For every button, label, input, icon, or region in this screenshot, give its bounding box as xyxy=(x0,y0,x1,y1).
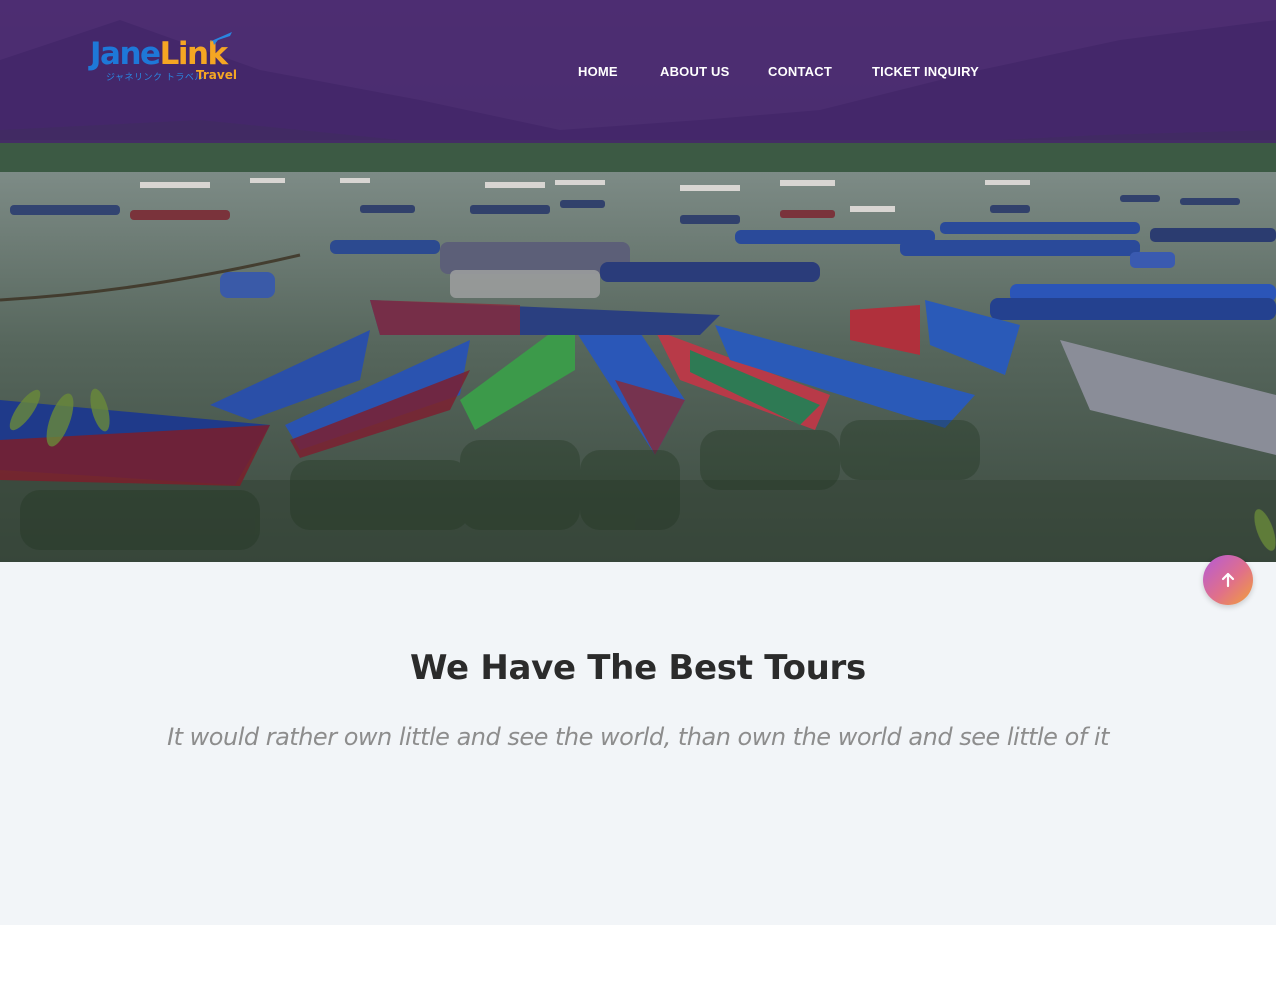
main-navigation: HOME ABOUT US CONTACT TICKET INQUIRY xyxy=(0,63,1276,83)
nav-ticket-inquiry[interactable]: TICKET INQUIRY xyxy=(872,63,979,81)
nav-home[interactable]: HOME xyxy=(578,63,618,81)
nav-contact[interactable]: CONTACT xyxy=(768,63,832,81)
page-footer-space xyxy=(0,925,1276,988)
nav-about-us[interactable]: ABOUT US xyxy=(660,63,730,81)
section-subtitle: It would rather own little and see the w… xyxy=(167,723,1109,751)
tours-intro-section: We Have The Best Tours It would rather o… xyxy=(0,562,1276,925)
airplane-icon xyxy=(209,32,232,45)
section-title: We Have The Best Tours xyxy=(410,648,866,688)
arrow-up-icon xyxy=(1221,572,1235,588)
site-header: JaneLink ジャネリンク トラベル Travel HOME ABOUT U… xyxy=(0,0,1276,143)
hero-banner: JaneLink ジャネリンク トラベル Travel HOME ABOUT U… xyxy=(0,0,1276,562)
page: JaneLink ジャネリンク トラベル Travel HOME ABOUT U… xyxy=(0,0,1276,988)
scroll-to-top-button[interactable] xyxy=(1203,555,1253,605)
